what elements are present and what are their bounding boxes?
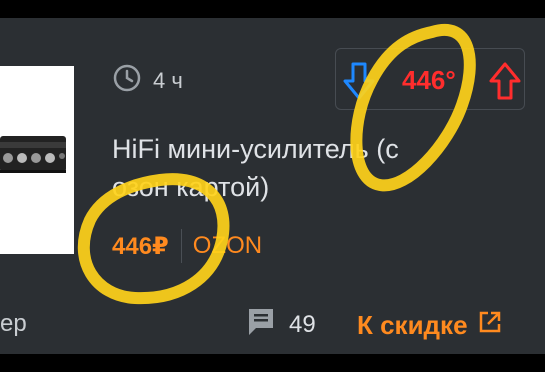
deal-price: 446₽ — [112, 232, 169, 260]
comment-bubble-icon — [247, 307, 277, 344]
go-to-deal-button[interactable]: К скидке — [357, 308, 502, 342]
deal-card[interactable]: 4 ч 446° HiFi мини-усилитель (с озон кар… — [0, 18, 545, 354]
partial-text: ер — [0, 310, 27, 337]
time-ago-text: 4 ч — [153, 68, 183, 93]
temperature-vote-box: 446° — [335, 48, 525, 110]
price-row: 446₽ OZON — [112, 228, 262, 264]
clock-icon — [113, 64, 141, 98]
posted-time: 4 ч — [113, 64, 183, 98]
comments-count: 49 — [289, 311, 316, 338]
arrow-down-icon[interactable] — [342, 61, 376, 106]
go-to-deal-label: К скидке — [357, 309, 468, 340]
arrow-up-icon[interactable] — [488, 61, 522, 106]
comments-button[interactable]: 49 — [247, 308, 316, 342]
product-thumbnail[interactable] — [0, 66, 74, 254]
external-link-icon — [478, 310, 502, 341]
merchant-name[interactable]: OZON — [193, 232, 262, 260]
price-divider — [180, 229, 182, 263]
temperature-score: 446° — [402, 65, 456, 95]
deal-title[interactable]: HiFi мини-усилитель (с озон картой) — [112, 130, 452, 206]
